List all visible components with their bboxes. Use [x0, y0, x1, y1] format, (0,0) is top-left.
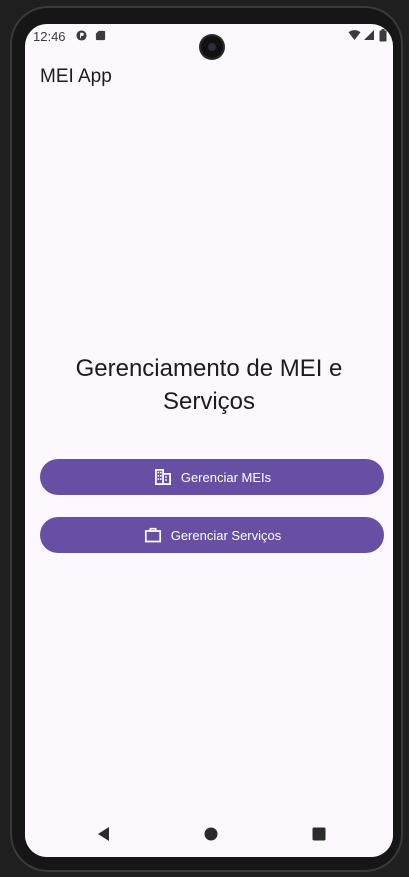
front-camera [201, 36, 223, 58]
page-heading: Gerenciamento de MEI e Serviços [75, 355, 343, 415]
home-icon[interactable] [201, 824, 221, 844]
status-time: 12:46 [33, 29, 66, 44]
phone-screen: 12:46 MEI App Gerenciamento de MEI e Ser… [25, 24, 393, 857]
manage-services-label: Gerenciar Serviços [170, 527, 282, 543]
cell-signal-icon [364, 30, 375, 40]
wifi-icon [348, 30, 361, 40]
battery-icon [379, 29, 387, 42]
manage-meis-label: Gerenciar MEIs [180, 469, 272, 485]
briefcase-icon [144, 527, 161, 543]
device-bezel: 12:46 MEI App Gerenciamento de MEI e Ser… [0, 0, 409, 877]
system-navigation-bar [25, 811, 393, 857]
app-title: MEI App [40, 66, 112, 87]
manage-meis-button[interactable]: Gerenciar MEIs [40, 459, 384, 495]
manage-services-button[interactable]: Gerenciar Serviços [40, 517, 384, 553]
recents-icon[interactable] [309, 824, 329, 844]
notification-app-icon [76, 30, 87, 41]
status-icons [348, 29, 387, 43]
sd-card-icon [95, 30, 106, 41]
building-icon [154, 469, 171, 485]
back-icon[interactable] [94, 824, 114, 844]
